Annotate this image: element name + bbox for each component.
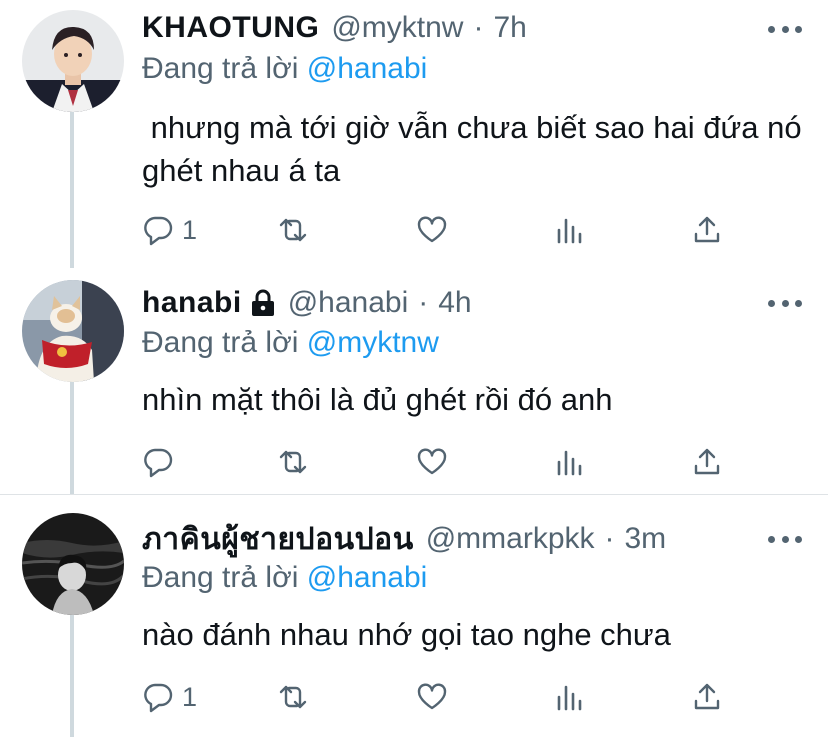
tweet-text: nào đánh nhau nhớ gọi tao nghe chưa: [142, 617, 671, 652]
tweet-actions: 1: [0, 210, 828, 250]
separator: ·: [604, 522, 615, 555]
analytics-icon: [557, 685, 582, 711]
retweet-button[interactable]: [277, 210, 309, 250]
tweet-actions: 1: [0, 677, 828, 717]
separator: ·: [418, 286, 429, 319]
replying-to: Đang trả lời @hanabi: [142, 52, 427, 86]
replying-label: Đang trả lời: [142, 561, 299, 594]
share-icon: [694, 216, 720, 243]
tweet-header: ภาคินผู้ชายปอนปอน @mmarkpkk · 3m: [142, 519, 666, 559]
avatar[interactable]: [22, 10, 124, 112]
replying-to: Đang trả lời @myktnw: [142, 326, 439, 360]
timestamp[interactable]: 3m: [625, 522, 667, 556]
tweet-text: nhìn mặt thôi là đủ ghét rồi đó anh: [142, 382, 613, 417]
like-button[interactable]: [416, 210, 448, 250]
retweet-icon: [279, 218, 307, 242]
separator: ·: [473, 11, 484, 44]
like-button[interactable]: [416, 677, 448, 717]
like-button[interactable]: [416, 442, 448, 482]
share-button[interactable]: [691, 210, 723, 250]
analytics-button[interactable]: [554, 442, 586, 482]
avatar-photo-icon: [22, 513, 124, 615]
avatar[interactable]: [22, 513, 124, 615]
more-options-icon[interactable]: [768, 23, 802, 35]
reply-button[interactable]: 1: [142, 677, 197, 717]
reply-count: 1: [182, 214, 198, 245]
mention-link[interactable]: @hanabi: [307, 52, 428, 85]
reply-count: 1: [182, 681, 198, 712]
retweet-icon: [279, 450, 307, 474]
more-options-icon[interactable]: [768, 533, 802, 545]
retweet-button[interactable]: [277, 677, 309, 717]
share-button[interactable]: [691, 677, 723, 717]
tweet-actions: [0, 442, 828, 482]
reply-icon: [144, 448, 173, 478]
retweet-icon: [279, 685, 307, 709]
analytics-button[interactable]: [554, 677, 586, 717]
tweet[interactable]: hanabi @hanabi · 4h Đang trả lời @myktnw…: [0, 268, 828, 494]
share-icon: [694, 448, 720, 475]
display-name[interactable]: KHAOTUNG: [142, 11, 319, 45]
avatar[interactable]: [22, 280, 124, 382]
timestamp[interactable]: 7h: [493, 11, 526, 45]
avatar-photo-icon: [22, 280, 124, 382]
username[interactable]: @hanabi: [288, 286, 409, 320]
display-name[interactable]: ภาคินผู้ชายปอนปอน: [142, 516, 414, 563]
username[interactable]: @mmarkpkk: [426, 522, 595, 556]
timestamp[interactable]: 4h: [438, 286, 471, 320]
share-icon: [694, 683, 720, 710]
tweet-header: hanabi @hanabi · 4h: [142, 283, 472, 323]
more-options-icon[interactable]: [768, 297, 802, 309]
analytics-icon: [557, 450, 582, 476]
reply-icon: [144, 216, 173, 246]
display-name[interactable]: hanabi: [142, 286, 242, 320]
reply-button[interactable]: 1: [142, 210, 197, 250]
username[interactable]: @myktnw: [331, 11, 463, 45]
thread-line: [70, 615, 74, 737]
reply-icon: [144, 683, 173, 713]
replying-label: Đang trả lời: [142, 326, 299, 359]
retweet-button[interactable]: [277, 442, 309, 482]
like-icon: [417, 683, 447, 710]
mention-link[interactable]: @myktnw: [307, 326, 439, 359]
tweet[interactable]: KHAOTUNG @myktnw · 7h Đang trả lời @hana…: [0, 0, 828, 268]
tweet[interactable]: ภาคินผู้ชายปอนปอน @mmarkpkk · 3m Đang tr…: [0, 495, 828, 737]
replying-to: Đang trả lời @hanabi: [142, 561, 427, 595]
like-icon: [417, 216, 447, 243]
tweet-header: KHAOTUNG @myktnw · 7h: [142, 8, 527, 48]
mention-link[interactable]: @hanabi: [307, 561, 428, 594]
like-icon: [417, 448, 447, 475]
share-button[interactable]: [691, 442, 723, 482]
analytics-button[interactable]: [554, 210, 586, 250]
tweet-text: nhưng mà tới giờ vẫn chưa biết sao hai đ…: [142, 110, 811, 188]
lock-icon: [251, 289, 274, 316]
avatar-photo-icon: [22, 10, 124, 112]
replying-label: Đang trả lời: [142, 52, 299, 85]
reply-button[interactable]: [142, 442, 182, 482]
analytics-icon: [557, 218, 582, 244]
